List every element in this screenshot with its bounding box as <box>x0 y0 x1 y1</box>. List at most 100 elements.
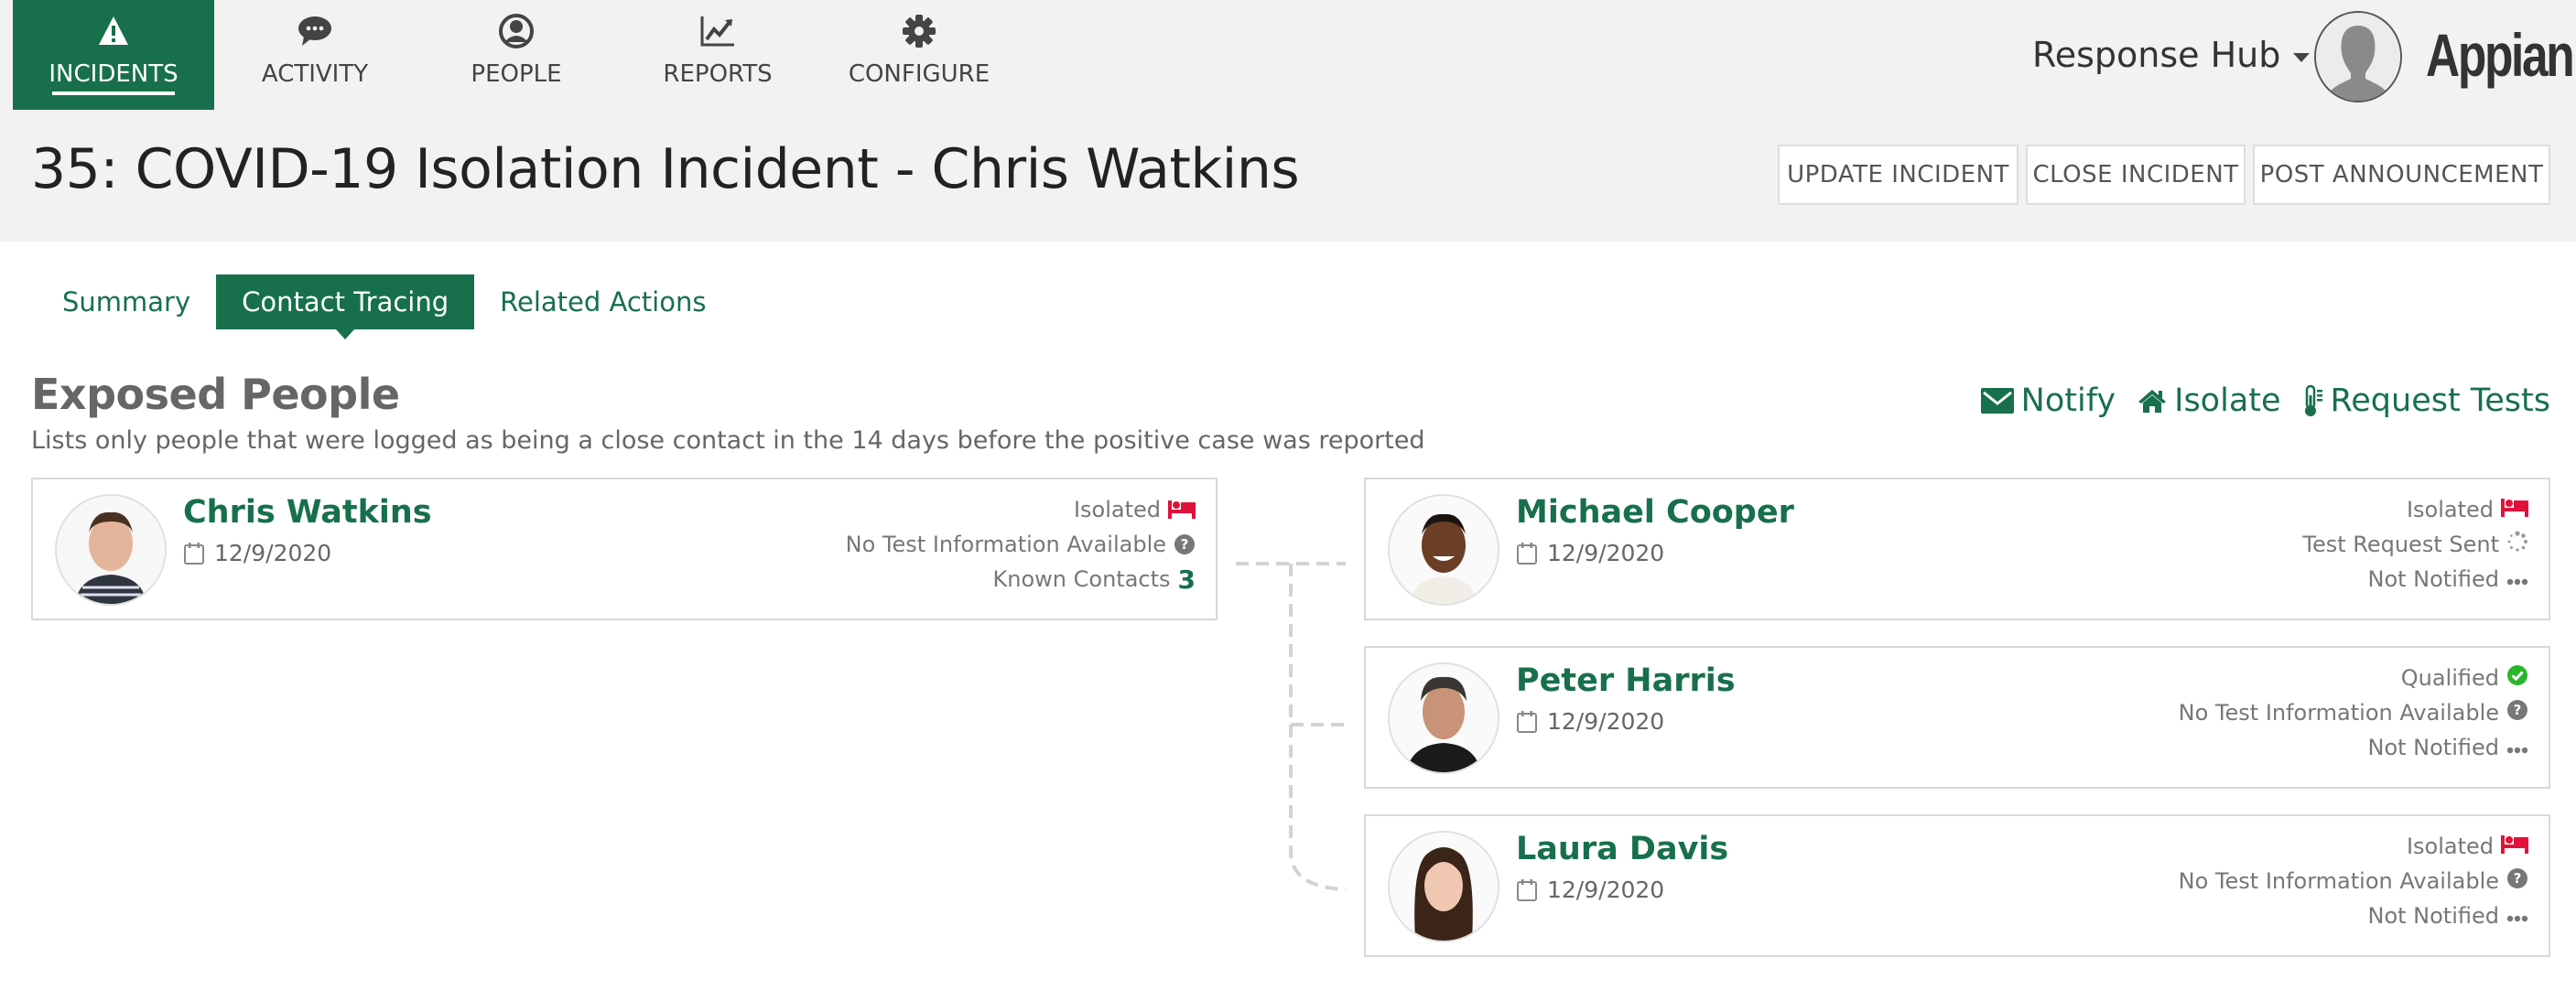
contact-card: Laura Davis 12/9/2020 Isolated No Test I… <box>1364 814 2550 957</box>
header-band: INCIDENTS ACTIVITY PEOPLE REPORTS CONFIG… <box>0 0 2576 242</box>
app-name: Response Hub <box>2032 35 2281 75</box>
person-name-link[interactable]: Laura Davis <box>1516 831 1728 867</box>
person-photo <box>57 496 165 604</box>
test-status: No Test Information Available? <box>2179 867 2528 895</box>
notification-status: Not Notified <box>2367 902 2528 930</box>
notify-link[interactable]: Notify <box>1980 382 2116 419</box>
notification-text: Not Notified <box>2367 735 2499 760</box>
bed-icon <box>2501 497 2528 522</box>
app-switcher[interactable]: Response Hub <box>2032 35 2311 75</box>
bed-icon <box>2501 834 2528 859</box>
tab-label: Summary <box>62 286 191 317</box>
close-incident-button[interactable]: CLOSE INCIDENT <box>2026 145 2246 205</box>
date-text: 12/9/2020 <box>1547 708 1665 735</box>
person-name-link[interactable]: Michael Cooper <box>1516 494 1794 531</box>
isolation-status: Isolated <box>2407 496 2528 523</box>
check-circle-icon <box>2506 664 2528 692</box>
person-name-link[interactable]: Chris Watkins <box>183 494 432 531</box>
chat-icon <box>297 13 333 49</box>
contacts-count: 3 <box>1177 564 1196 595</box>
notify-label: Notify <box>2020 382 2116 419</box>
envelope-icon <box>1980 388 2014 414</box>
contact-tree-connector <box>1236 562 1347 891</box>
test-status: Test Request Sent <box>2302 531 2528 558</box>
svg-text:?: ? <box>2514 870 2522 887</box>
date-text: 12/9/2020 <box>1547 540 1665 566</box>
person-stats: Isolated No Test Information Available? … <box>2179 833 2528 930</box>
status-text: Qualified <box>2400 665 2499 691</box>
user-silhouette-icon <box>2316 13 2400 101</box>
bulk-actions: Notify Isolate Request Tests <box>1980 382 2550 419</box>
test-text: No Test Information Available <box>2178 868 2499 894</box>
person-name-link[interactable]: Peter Harris <box>1516 662 1736 699</box>
request-tests-label: Request Tests <box>2330 382 2550 419</box>
calendar-icon <box>1517 542 1537 565</box>
calendar-icon <box>184 542 204 565</box>
caret-down-icon <box>2293 53 2311 62</box>
isolation-status: Qualified <box>2401 664 2528 692</box>
isolation-status: Isolated <box>2407 833 2528 860</box>
contact-card: Peter Harris 12/9/2020 Qualified No Test… <box>1364 646 2550 789</box>
nav-item-configure[interactable]: CONFIGURE <box>818 0 1020 110</box>
nav-label: INCIDENTS <box>49 60 179 88</box>
main-nav: INCIDENTS ACTIVITY PEOPLE REPORTS CONFIG… <box>13 0 1020 110</box>
test-text: No Test Information Available <box>2178 700 2499 726</box>
person-date: 12/9/2020 <box>1516 877 1664 903</box>
avatar <box>1388 494 1499 606</box>
section-subtitle: Lists only people that were logged as be… <box>31 426 1425 455</box>
nav-label: ACTIVITY <box>261 60 369 88</box>
active-tab-pointer <box>336 329 355 339</box>
person-date: 12/9/2020 <box>1516 540 1664 566</box>
active-underline <box>52 91 175 95</box>
status-text: Isolated <box>1073 497 1161 522</box>
calendar-icon <box>1517 710 1537 733</box>
date-text: 12/9/2020 <box>1547 877 1665 903</box>
notification-text: Not Notified <box>2367 566 2499 592</box>
nav-label: CONFIGURE <box>848 60 990 88</box>
person-stats: Isolated Test Request Sent Not Notified <box>2302 496 2528 593</box>
question-circle-icon: ? <box>2506 867 2528 895</box>
nav-label: PEOPLE <box>471 60 562 88</box>
contact-card: Michael Cooper 12/9/2020 Isolated Test R… <box>1364 478 2550 620</box>
ellipsis-icon <box>2506 735 2528 760</box>
test-text: No Test Information Available <box>845 532 1166 557</box>
line-chart-icon <box>699 13 736 49</box>
nav-item-activity[interactable]: ACTIVITY <box>214 0 416 110</box>
nav-item-people[interactable]: PEOPLE <box>416 0 617 110</box>
request-tests-link[interactable]: Request Tests <box>2303 382 2550 419</box>
warning-icon <box>95 13 132 49</box>
calendar-icon <box>1517 878 1537 901</box>
ellipsis-icon <box>2506 903 2528 929</box>
gear-icon <box>901 13 937 49</box>
known-contacts: Known Contacts 3 <box>992 564 1196 595</box>
isolate-link[interactable]: Isolate <box>2138 382 2281 419</box>
nav-item-incidents[interactable]: INCIDENTS <box>13 0 214 110</box>
update-incident-button[interactable]: UPDATE INCIDENT <box>1778 145 2019 205</box>
svg-text:?: ? <box>1181 536 1189 553</box>
status-text: Isolated <box>2406 834 2494 859</box>
svg-text:?: ? <box>2514 702 2522 718</box>
notification-status: Not Notified <box>2367 565 2528 593</box>
person-stats: Isolated No Test Information Available ?… <box>846 496 1196 595</box>
thermometer-icon <box>2304 384 2322 416</box>
person-date: 12/9/2020 <box>183 540 331 566</box>
isolation-status: Isolated <box>1074 496 1196 523</box>
post-announcement-button[interactable]: POST ANNOUNCEMENT <box>2253 145 2550 205</box>
test-status: No Test Information Available ? <box>846 531 1196 558</box>
tab-contact-tracing[interactable]: Contact Tracing <box>216 274 475 339</box>
nav-item-reports[interactable]: REPORTS <box>617 0 818 110</box>
notification-text: Not Notified <box>2367 903 2499 929</box>
appian-logo: Appian <box>2426 21 2575 89</box>
user-avatar[interactable] <box>2314 11 2402 102</box>
tab-related-actions[interactable]: Related Actions <box>474 274 731 329</box>
nav-label: REPORTS <box>663 60 773 88</box>
isolate-label: Isolate <box>2174 382 2281 419</box>
ellipsis-icon <box>2506 566 2528 592</box>
person-date: 12/9/2020 <box>1516 708 1664 735</box>
user-icon <box>498 13 535 49</box>
person-stats: Qualified No Test Information Available?… <box>2179 664 2528 761</box>
contacts-label: Known Contacts <box>992 566 1171 592</box>
section-title: Exposed People <box>31 370 400 419</box>
page-title: 35: COVID-19 Isolation Incident - Chris … <box>31 137 1300 201</box>
tab-summary[interactable]: Summary <box>37 274 216 329</box>
